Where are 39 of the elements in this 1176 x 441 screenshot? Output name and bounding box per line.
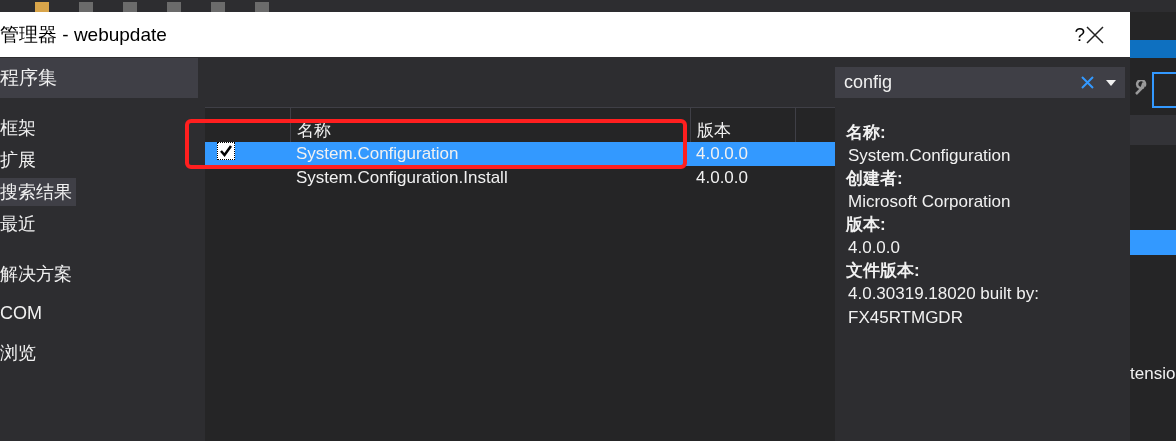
selected-row[interactable] xyxy=(1130,230,1176,255)
toolbar-icon[interactable] xyxy=(211,2,225,12)
sidebar-group[interactable]: 解决方案 xyxy=(0,262,198,286)
sidebar-item[interactable]: 最近 xyxy=(0,210,40,238)
detail-label: 创建者: xyxy=(846,168,904,190)
tab-strip xyxy=(1130,40,1176,58)
table-cell-text: System.Configuration xyxy=(295,143,460,165)
help-button[interactable]: ? xyxy=(1074,23,1085,46)
toolbar-icon[interactable] xyxy=(79,2,93,12)
background-text: tensio xyxy=(1130,364,1176,384)
close-icon[interactable] xyxy=(1085,24,1105,45)
toolbar-button[interactable] xyxy=(1152,72,1176,108)
dropdown-caret-icon[interactable] xyxy=(1106,79,1116,86)
toolbar-icon[interactable] xyxy=(167,2,181,12)
sidebar-group[interactable]: COM xyxy=(0,303,198,324)
clear-icon[interactable] xyxy=(1081,76,1094,89)
sidebar-group[interactable]: 浏览 xyxy=(0,341,198,365)
search-field[interactable]: config xyxy=(844,72,1081,93)
table-cell-text: 4.0.0.0 xyxy=(695,143,749,165)
sidebar-item[interactable]: 搜索结果 xyxy=(0,178,76,206)
checkbox[interactable] xyxy=(217,142,235,160)
table-cell-text: System.Configuration.Install xyxy=(295,167,509,189)
detail-label: 名称: xyxy=(846,122,887,144)
toolbar-icon[interactable] xyxy=(123,2,137,12)
search-bar[interactable]: config xyxy=(835,67,1125,98)
detail-label: 文件版本: xyxy=(846,260,921,282)
sidebar-item[interactable]: 框架 xyxy=(0,114,40,142)
toolbar-icon[interactable] xyxy=(255,2,269,12)
table-cell-text: 4.0.0.0 xyxy=(695,167,749,189)
toolbar-icon[interactable] xyxy=(35,2,49,12)
detail-value: 4.0.30319.18020 built by: FX45RTMGDR xyxy=(848,283,1040,329)
detail-value: Microsoft Corporation xyxy=(848,191,1012,213)
detail-value: System.Configuration xyxy=(848,145,1012,167)
table-row[interactable]: System.Configuration.Install 4.0.0.0 xyxy=(205,166,835,190)
window-title: 管理器 - webupdate xyxy=(0,22,168,47)
detail-label: 版本: xyxy=(846,214,887,236)
sidebar-header[interactable]: 程序集 xyxy=(0,58,198,98)
detail-value: 4.0.0.0 xyxy=(848,237,901,259)
sidebar-item[interactable]: 扩展 xyxy=(0,146,40,174)
